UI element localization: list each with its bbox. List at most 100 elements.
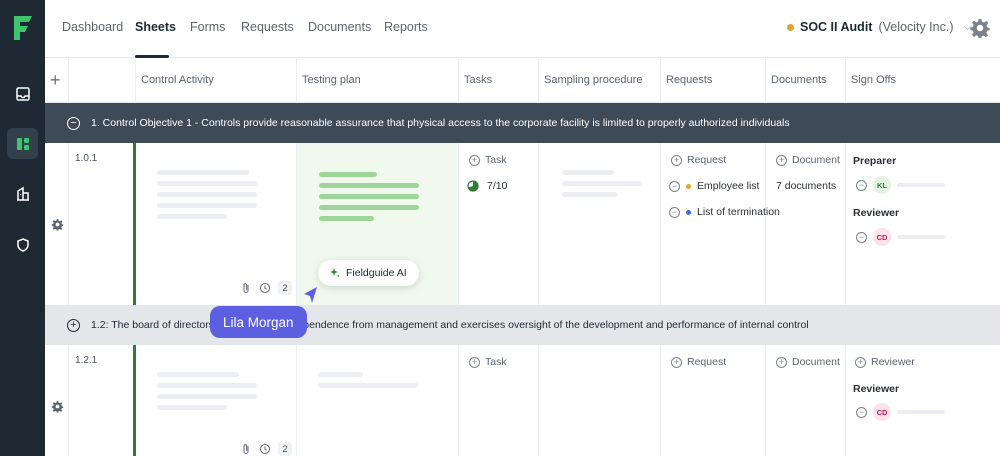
add-document-label: Document — [792, 356, 840, 368]
shield-icon[interactable] — [7, 229, 38, 260]
tab-requests[interactable]: Requests — [241, 20, 294, 34]
plus-circle-icon: + — [469, 356, 480, 368]
audit-org: (Velocity Inc.) — [878, 20, 954, 34]
col-header-documents[interactable]: Documents — [771, 74, 827, 86]
add-task-button[interactable]: + Task — [469, 356, 507, 368]
preparer-signoff[interactable]: − KL — [856, 176, 945, 194]
reviewer-signoff[interactable]: − CD — [856, 228, 945, 246]
col-header-tasks[interactable]: Tasks — [464, 74, 492, 86]
signer-name-placeholder — [897, 235, 945, 239]
history-icon[interactable] — [259, 443, 271, 455]
col-header-sampling-procedure[interactable]: Sampling procedure — [544, 74, 642, 86]
add-request-label: Request — [687, 356, 727, 368]
row-id: 1.0.1 — [75, 153, 98, 164]
reviewer-signoff[interactable]: − CD — [856, 403, 945, 421]
tab-sheets[interactable]: Sheets — [135, 20, 176, 34]
inbox-icon[interactable] — [7, 78, 38, 109]
col-header-sign-offs[interactable]: Sign Offs — [851, 74, 896, 86]
plus-circle-icon: + — [469, 154, 480, 166]
add-task-button[interactable]: + Task — [469, 154, 507, 166]
avatar: CD — [873, 228, 891, 246]
add-request-label: Request — [687, 154, 727, 166]
tab-documents[interactable]: Documents — [308, 20, 371, 34]
paperclip-icon[interactable] — [240, 443, 252, 455]
section-header-objective-1[interactable]: − 1. Control Objective 1 - Controls prov… — [45, 103, 1000, 143]
request-status-dot — [686, 209, 691, 215]
add-document-button[interactable]: + Document — [776, 154, 840, 166]
comment-count-badge[interactable]: 2 — [278, 442, 292, 456]
progress-ring-icon — [467, 180, 479, 192]
add-request-button[interactable]: + Request — [671, 154, 726, 166]
audit-name: SOC II Audit — [800, 20, 873, 34]
collaborator-cursor-icon — [304, 287, 317, 303]
row-settings-gear-icon[interactable] — [51, 400, 64, 413]
audit-status-dot — [787, 23, 794, 31]
row-meta: 2 — [240, 442, 292, 456]
reviewer-label: Reviewer — [853, 207, 900, 219]
add-reviewer-button[interactable]: + Reviewer — [855, 356, 915, 368]
avatar: CD — [873, 403, 891, 421]
testing-plan-line — [319, 194, 419, 199]
tab-dashboard[interactable]: Dashboard — [62, 20, 123, 34]
fieldguide-logo-icon[interactable] — [10, 13, 36, 43]
plus-circle-icon: + — [855, 356, 866, 368]
section-header-1-2[interactable]: + 1.2: The board of directors demonstrat… — [45, 305, 1000, 345]
add-column-plus-icon[interactable]: + — [50, 70, 61, 91]
remove-request-icon[interactable]: − — [669, 180, 680, 192]
comment-count-badge[interactable]: 2 — [278, 281, 292, 295]
testing-plan-line — [319, 172, 377, 177]
remove-signer-icon[interactable]: − — [856, 231, 867, 243]
signer-name-placeholder — [897, 183, 945, 187]
request-item[interactable]: − Employee list — [669, 180, 759, 192]
add-document-label: Document — [792, 154, 840, 166]
fieldguide-ai-chip[interactable]: Fieldguide AI — [318, 260, 419, 286]
row-settings-gear-icon[interactable] — [51, 218, 64, 231]
paperclip-icon[interactable] — [240, 282, 252, 294]
remove-signer-icon[interactable]: − — [856, 179, 867, 191]
task-progress[interactable]: 7/10 — [467, 180, 507, 192]
add-task-label: Task — [485, 356, 507, 368]
preparer-label: Preparer — [853, 155, 897, 167]
documents-count[interactable]: 7 documents — [776, 180, 836, 192]
expand-icon[interactable]: + — [67, 318, 80, 332]
request-item[interactable]: − List of termination — [669, 206, 780, 218]
add-reviewer-label: Reviewer — [871, 356, 915, 368]
col-header-testing-plan[interactable]: Testing plan — [302, 74, 361, 86]
row-status-bar — [133, 345, 136, 456]
settings-gear-icon[interactable] — [969, 17, 991, 39]
sheets-nav-icon[interactable] — [7, 128, 38, 159]
plus-circle-icon: + — [671, 154, 682, 166]
plus-circle-icon: + — [776, 356, 787, 368]
row-status-bar — [133, 143, 136, 305]
request-status-dot — [686, 183, 691, 189]
ai-chip-label: Fieldguide AI — [346, 267, 407, 279]
collaborator-cursor-label: Lila Morgan — [210, 306, 307, 338]
request-label: List of termination — [697, 206, 780, 218]
section-title: 1.2: The board of directors demonstrates… — [91, 319, 809, 331]
remove-request-icon[interactable]: − — [669, 206, 680, 218]
row-id: 1.2.1 — [75, 355, 98, 366]
remove-signer-icon[interactable]: − — [856, 406, 867, 418]
col-header-requests[interactable]: Requests — [666, 74, 712, 86]
reviewer-label: Reviewer — [853, 383, 900, 395]
signer-name-placeholder — [897, 410, 945, 414]
top-navigation: Dashboard Sheets Forms Requests Document… — [45, 0, 1000, 58]
column-header-row: + Control Activity Testing plan Tasks Sa… — [45, 58, 1000, 103]
tab-reports[interactable]: Reports — [384, 20, 428, 34]
testing-plan-line — [319, 205, 419, 210]
sparkle-icon — [330, 268, 340, 278]
plus-circle-icon: + — [671, 356, 682, 368]
add-request-button[interactable]: + Request — [671, 356, 726, 368]
audit-selector[interactable]: SOC II Audit (Velocity Inc.) ⌵ — [787, 20, 972, 34]
collapse-icon[interactable]: − — [67, 116, 80, 130]
history-icon[interactable] — [259, 282, 271, 294]
building-icon[interactable] — [7, 178, 38, 209]
request-label: Employee list — [697, 180, 760, 192]
sidebar — [0, 0, 45, 456]
col-header-control-activity[interactable]: Control Activity — [141, 74, 214, 86]
tab-forms[interactable]: Forms — [190, 20, 225, 34]
plus-circle-icon: + — [776, 154, 787, 166]
section-title: 1. Control Objective 1 - Controls provid… — [91, 117, 790, 129]
add-document-button[interactable]: + Document — [776, 356, 840, 368]
testing-plan-line — [319, 183, 419, 188]
